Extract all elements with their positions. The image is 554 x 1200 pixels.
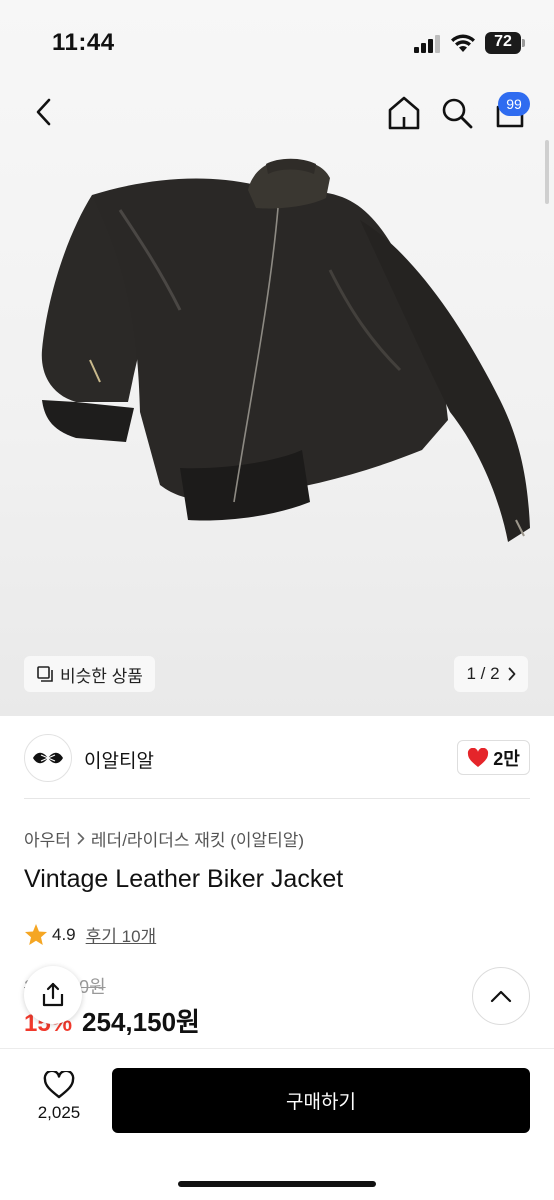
wishlist-button[interactable]: 2,025 <box>28 1071 90 1133</box>
home-icon <box>388 96 420 130</box>
gallery-icon <box>37 666 53 682</box>
product-image-area[interactable]: 11:44 72 99 비슷한 상품 1 / 2 <box>0 0 554 716</box>
status-time: 11:44 <box>52 29 115 56</box>
search-icon <box>442 98 473 129</box>
brand-like-count: 2만 <box>493 748 520 769</box>
buy-button-label: 구매하기 <box>286 1092 356 1113</box>
scroll-top-button[interactable] <box>472 967 530 1025</box>
rating-row: 4.9 후기 10개 <box>24 922 156 947</box>
seller-logo-icon <box>33 752 63 764</box>
bottom-action-bar: 2,025 구매하기 <box>0 1048 554 1200</box>
image-counter-label: 1 / 2 <box>466 664 500 683</box>
breadcrumb-category[interactable]: 아우터 <box>24 826 71 851</box>
heart-outline-icon <box>43 1071 75 1099</box>
battery-indicator: 72 <box>485 32 525 54</box>
scrollbar[interactable] <box>545 140 549 204</box>
image-counter-button[interactable]: 1 / 2 <box>454 656 528 692</box>
cellular-signal-icon <box>414 35 440 53</box>
similar-products-label: 비슷한 상품 <box>60 666 143 686</box>
share-button[interactable] <box>24 966 82 1024</box>
seller-row[interactable]: 이알티알 2만 <box>24 734 530 782</box>
rating-value: 4.9 <box>52 924 76 944</box>
product-title: Vintage Leather Biker Jacket <box>24 865 344 893</box>
divider <box>24 798 530 799</box>
star-icon <box>25 924 47 945</box>
wifi-icon <box>451 34 475 52</box>
wishlist-count: 2,025 <box>37 1103 81 1122</box>
chevron-right-icon <box>77 832 85 845</box>
similar-products-button[interactable]: 비슷한 상품 <box>24 656 155 692</box>
home-indicator <box>178 1181 376 1187</box>
chevron-left-icon <box>36 98 51 126</box>
share-icon <box>42 982 64 1007</box>
review-link[interactable]: 후기 10개 <box>86 922 157 947</box>
search-button[interactable] <box>437 92 477 134</box>
breadcrumb-subcategory[interactable]: 레더/라이더스 재킷 (이알티알) <box>91 826 304 851</box>
cart-count-badge: 99 <box>498 92 530 116</box>
heart-filled-icon <box>468 747 489 767</box>
seller-logo[interactable] <box>24 734 72 782</box>
product-photo <box>41 158 530 542</box>
chevron-up-icon <box>490 990 512 1003</box>
sale-price: 254,150원 <box>82 1007 200 1037</box>
home-button[interactable] <box>384 92 424 134</box>
buy-button[interactable]: 구매하기 <box>112 1068 530 1133</box>
status-bar: 11:44 72 <box>0 0 554 88</box>
brand-like-button[interactable]: 2만 <box>457 740 530 775</box>
chevron-right-icon <box>508 667 515 681</box>
battery-level: 72 <box>494 33 512 50</box>
breadcrumb: 아우터 레더/라이더스 재킷 (이알티알) <box>24 826 304 851</box>
seller-name[interactable]: 이알티알 <box>84 746 154 773</box>
back-button[interactable] <box>26 92 60 132</box>
